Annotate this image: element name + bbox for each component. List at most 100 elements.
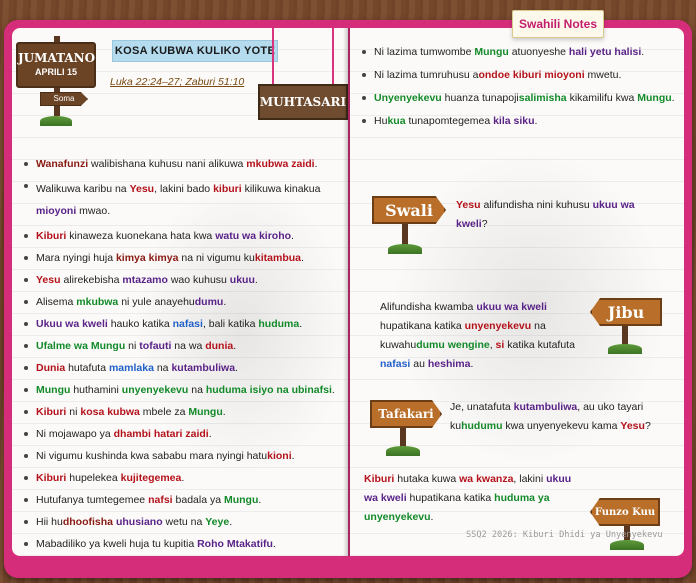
highlighted-text: dunia bbox=[205, 340, 234, 352]
highlighted-text: Ukuu wa kweli bbox=[36, 318, 108, 330]
text-segment: . bbox=[222, 406, 226, 418]
highlighted-text: mkubwa zaidi bbox=[246, 158, 315, 170]
tafakari-sign: Tafakari bbox=[370, 400, 442, 428]
bullet-item: Kiburi hupelekea kujitegemea. bbox=[22, 470, 340, 486]
text-segment: Hu bbox=[374, 115, 388, 127]
text-segment: kwa unyenyekevu kama bbox=[502, 420, 621, 432]
highlighted-text: hudumu bbox=[461, 420, 503, 432]
highlighted-text: dhambi hatari zaidi bbox=[113, 428, 209, 440]
left-page: JUMATANO APRILI 15 Soma KOSA KUBWA KULIK… bbox=[12, 28, 348, 556]
text-segment: na ni vigumu ku bbox=[178, 252, 255, 264]
grass-tuft bbox=[608, 344, 642, 354]
highlighted-text: Kiburi bbox=[36, 472, 67, 484]
highlighted-text: kiburi bbox=[213, 183, 242, 195]
text-segment: hupelekea bbox=[66, 472, 121, 484]
text-segment: na bbox=[188, 384, 206, 396]
highlighted-text: Roho Mtakatifu bbox=[197, 538, 273, 550]
text-segment: mwetu. bbox=[584, 69, 622, 81]
scripture-references[interactable]: Luka 22:24–27; Zaburi 51:10 bbox=[110, 76, 244, 88]
text-segment: . bbox=[641, 46, 645, 58]
text-segment: wetu na bbox=[162, 516, 206, 528]
highlighted-text: huduma isiyo na ubinafsi bbox=[205, 384, 332, 396]
bullet-item: Dunia hutafuta mamlaka na kutambuliwa. bbox=[22, 360, 340, 376]
bullet-item: Kiburi ni kosa kubwa mbele za Mungu. bbox=[22, 404, 340, 420]
bullet-item: Yesu alirekebisha mtazamo wao kuhusu uku… bbox=[22, 272, 340, 288]
text-segment: . bbox=[229, 516, 233, 528]
grass-tuft bbox=[388, 244, 422, 254]
text-segment: . bbox=[299, 318, 303, 330]
highlighted-text: si bbox=[495, 339, 505, 351]
highlighted-text: Dunia bbox=[36, 362, 66, 374]
text-segment: . bbox=[223, 296, 227, 308]
grass-tuft bbox=[610, 540, 644, 550]
text-segment: Hutufanya tumtegemee bbox=[36, 494, 149, 506]
muhtasari-sign: MUHTASARI bbox=[258, 28, 348, 148]
bullet-item: Mabadiliko ya kweli huja tu kupitia Roho… bbox=[22, 536, 340, 552]
bullet-item: Hii hudhoofisha uhusiano wetu na Yeye. bbox=[22, 514, 340, 530]
text-segment: kilikuwa kinakua bbox=[241, 183, 321, 195]
highlighted-text: watu wa kiroho bbox=[215, 230, 292, 242]
highlighted-text: kitambua bbox=[254, 252, 302, 264]
day-label: JUMATANO bbox=[18, 51, 96, 65]
text-segment: ? bbox=[644, 420, 651, 432]
text-segment: Mabadiliko ya kweli huja tu kupitia bbox=[36, 538, 198, 550]
text-segment: atuonyeshe bbox=[508, 46, 569, 58]
highlighted-text: kutambuliwa bbox=[513, 401, 578, 413]
text-segment: walibishana kuhusu nani alikuwa bbox=[88, 158, 247, 170]
bullet-item: Ni lazima tumruhusu aondoe kiburi mioyon… bbox=[360, 67, 682, 83]
text-segment: Ni lazima tumwombe bbox=[374, 46, 475, 58]
highlighted-text: ukuu wa kweli bbox=[476, 301, 547, 313]
highlighted-text: Yesu bbox=[36, 274, 61, 286]
bullet-item: Alisema mkubwa ni yule anayehudumu. bbox=[22, 294, 340, 310]
text-segment: Je, unatafuta bbox=[450, 401, 514, 413]
tafakari-text: Je, unatafuta kutambuliwa, au uko tayari… bbox=[450, 398, 676, 436]
text-segment: alirekebisha bbox=[60, 274, 123, 286]
hanging-rope bbox=[332, 28, 334, 84]
highlighted-text: salimisha bbox=[518, 92, 567, 104]
text-segment: . bbox=[208, 428, 212, 440]
highlighted-text: dumu wengine bbox=[416, 339, 490, 351]
text-segment: mbele za bbox=[139, 406, 189, 418]
highlighted-text: Kiburi bbox=[364, 473, 395, 485]
jibu-text: Alifundisha kwamba ukuu wa kweli hupatik… bbox=[380, 298, 590, 374]
highlighted-text: nafasi bbox=[380, 358, 411, 370]
bullet-item: Ukuu wa kweli hauko katika nafasi, bali … bbox=[22, 316, 340, 332]
text-segment: . bbox=[235, 362, 238, 374]
highlighted-text: tofauti bbox=[139, 340, 172, 352]
text-segment: kinaweza kuonekana hata kwa bbox=[66, 230, 216, 242]
summary-bullet-list: Wanafunzi walibishana kuhusu nani alikuw… bbox=[22, 156, 340, 556]
highlighted-text: dumu bbox=[194, 296, 224, 308]
text-segment: . bbox=[430, 511, 434, 523]
highlighted-text: kutambuliwa bbox=[171, 362, 236, 374]
swahili-notes-tag[interactable]: Swahili Notes bbox=[512, 10, 604, 38]
highlighted-text: Mungu bbox=[36, 384, 71, 396]
highlighted-text: mtazamo bbox=[122, 274, 168, 286]
highlighted-text: Mungu bbox=[223, 494, 259, 506]
footer-caption: SSQ2 2026: Kiburi Dhidi ya Unyenyekevu bbox=[466, 530, 663, 540]
highlighted-text: Yesu bbox=[129, 183, 155, 195]
highlighted-text: Yesu bbox=[456, 199, 481, 211]
text-segment: Mara nyingi huja bbox=[36, 252, 116, 264]
highlighted-text: wa kwanza bbox=[459, 473, 514, 485]
text-segment: . bbox=[291, 450, 295, 462]
text-segment: Hii hu bbox=[36, 516, 63, 528]
highlighted-text: Wanafunzi bbox=[36, 158, 89, 170]
highlighted-text: unyenyekevu bbox=[121, 384, 189, 396]
bullet-item: Hutufanya tumtegemee nafsi badala ya Mun… bbox=[22, 492, 340, 508]
highlighted-text: kosa kubwa bbox=[80, 406, 140, 418]
funzo-kuu-sign: Funzo Kuu bbox=[590, 498, 660, 526]
text-segment: , bali katika bbox=[202, 318, 259, 330]
highlighted-text: kimya kimya bbox=[115, 252, 179, 264]
highlighted-text: uhusiano bbox=[115, 516, 163, 528]
text-segment: Ni lazima tumruhusu a bbox=[374, 69, 479, 81]
text-segment: huthamini bbox=[70, 384, 122, 396]
date-label: APRILI 15 bbox=[34, 67, 77, 77]
highlighted-text: kioni bbox=[267, 450, 292, 462]
text-segment: . bbox=[301, 252, 304, 264]
text-segment: , lakini bbox=[513, 473, 547, 485]
highlighted-text: Unyenyekevu bbox=[374, 92, 442, 104]
text-segment: hutafuta bbox=[65, 362, 109, 374]
highlighted-text: dhoofisha bbox=[62, 516, 114, 528]
lesson-title: KOSA KUBWA KULIKO YOTE bbox=[112, 40, 278, 62]
funzo-kuu-text: Kiburi hutaka kuwa wa kwanza, lakini uku… bbox=[364, 470, 588, 527]
